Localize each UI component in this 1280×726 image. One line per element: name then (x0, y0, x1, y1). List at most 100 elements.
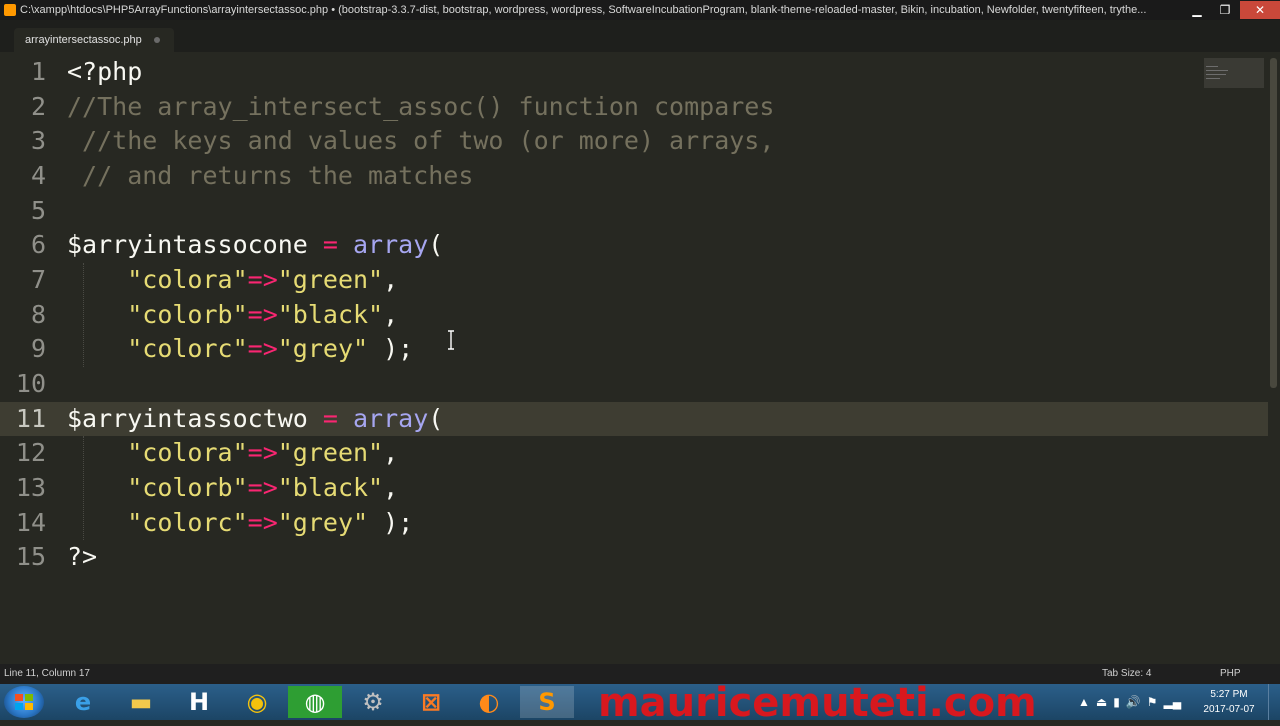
code-token: "colorb" (127, 473, 248, 503)
code-token: , (383, 438, 399, 468)
code-line[interactable]: 8 "colorb"=>"black", (0, 298, 1268, 332)
start-button[interactable] (4, 686, 44, 718)
line-number[interactable]: 14 (0, 506, 46, 540)
code-line[interactable]: 12 "colora"=>"green", (0, 436, 1268, 470)
line-number[interactable]: 2 (0, 90, 46, 124)
code-line[interactable]: 7 "colora"=>"green", (0, 263, 1268, 297)
flag-icon[interactable]: ⚑ (1147, 695, 1158, 709)
code-text[interactable]: <?php (67, 55, 142, 89)
minimap-viewport[interactable] (1204, 58, 1264, 88)
cursor-position: Line 11, Column 17 (4, 668, 90, 679)
code-line[interactable]: 14 "colorc"=>"grey" ); (0, 506, 1268, 540)
line-number[interactable]: 15 (0, 540, 46, 574)
code-text[interactable]: //the keys and values of two (or more) a… (67, 124, 774, 158)
line-number[interactable]: 7 (0, 263, 46, 297)
indent-guide (83, 263, 84, 368)
code-text[interactable]: "colorc"=>"grey" ); (67, 332, 413, 366)
code-token: => (247, 438, 278, 468)
code-token: "grey" (277, 507, 369, 537)
line-number[interactable]: 10 (0, 367, 46, 401)
volume-icon[interactable]: 🔊 (1126, 695, 1141, 709)
code-text[interactable]: "colora"=>"green", (67, 263, 398, 297)
taskbar-xampp-button[interactable]: ⊠ (404, 686, 458, 718)
taskbar-tools-button[interactable]: ⚙ (346, 686, 400, 718)
clock[interactable]: 5:27 PM 2017-07-07 (1196, 687, 1262, 717)
code-token: = (307, 403, 353, 433)
code-line[interactable]: 2 //The array_intersect_assoc() function … (0, 90, 1268, 124)
taskbar-h-app-button[interactable]: H (172, 686, 226, 718)
internet-explorer-icon: e (74, 688, 92, 716)
minimap-line (1206, 70, 1228, 71)
minimap-line (1206, 74, 1226, 75)
unsaved-dot-icon[interactable] (153, 37, 160, 43)
code-token: "green" (277, 265, 384, 295)
taskbar-globe-app-button[interactable]: ◍ (288, 686, 342, 718)
h-app-icon: H (188, 688, 210, 716)
network-icon[interactable]: ▮ (1113, 695, 1120, 709)
watermark-text: mauricemuteti.com (598, 680, 1037, 726)
code-token: ); (368, 334, 414, 364)
taskbar-internet-explorer-button[interactable]: e (56, 686, 110, 718)
maximize-button[interactable]: ❐ (1212, 1, 1238, 19)
code-text[interactable]: "colorb"=>"black", (67, 298, 398, 332)
close-button[interactable]: ✕ (1240, 1, 1280, 19)
signal-icon[interactable]: ▂▄ (1164, 695, 1182, 709)
taskbar-file-explorer-button[interactable]: ▬ (114, 686, 168, 718)
code-text[interactable]: // and returns the matches (67, 159, 473, 193)
line-number[interactable]: 1 (0, 55, 46, 89)
line-number[interactable]: 5 (0, 194, 46, 228)
line-number[interactable]: 6 (0, 228, 46, 262)
code-token: "colorc" (127, 334, 248, 364)
taskbar-sublime-text-button[interactable]: S (520, 686, 574, 718)
minimize-button[interactable]: ▁ (1184, 1, 1210, 19)
code-token: $arryintassoctwo (67, 403, 308, 433)
line-number[interactable]: 12 (0, 436, 46, 470)
code-text[interactable]: //The array_intersect_assoc() function c… (67, 90, 774, 124)
code-text[interactable]: ?> (67, 540, 97, 574)
code-line[interactable]: 5 (0, 194, 1268, 228)
tray-expand-icon[interactable]: ▲ (1078, 695, 1090, 709)
line-number[interactable]: 4 (0, 159, 46, 193)
code-token: //the keys and values of two (or more) a… (67, 126, 775, 156)
code-editor[interactable]: 1 <?php 2 //The array_intersect_assoc() fun… (0, 52, 1268, 664)
taskbar-chrome-button[interactable]: ◉ (230, 686, 284, 718)
line-number[interactable]: 13 (0, 471, 46, 505)
code-text[interactable]: "colorb"=>"black", (67, 471, 398, 505)
code-text[interactable]: "colora"=>"green", (67, 436, 398, 470)
line-number[interactable]: 3 (0, 124, 46, 158)
line-number[interactable]: 9 (0, 332, 46, 366)
clock-date: 2017-07-07 (1203, 704, 1255, 715)
code-line[interactable]: 15 ?> (0, 540, 1268, 574)
code-token: "black" (277, 299, 384, 329)
show-desktop-button[interactable] (1268, 684, 1280, 720)
ibeam-cursor-icon (448, 330, 454, 350)
tab-size-selector[interactable]: Tab Size: 4 (1102, 664, 1151, 684)
sublime-text-icon: S (538, 688, 556, 716)
code-text[interactable]: $arryintassoctwo = array( (67, 402, 443, 436)
tab-arrayintersectassoc[interactable]: arrayintersectassoc.php (14, 28, 174, 52)
code-line[interactable]: 1 <?php (0, 55, 1268, 89)
code-token: => (247, 473, 278, 503)
code-line[interactable]: 10 (0, 367, 1268, 401)
code-token: "colorb" (127, 299, 248, 329)
usb-icon[interactable]: ⏏ (1096, 695, 1107, 709)
syntax-selector[interactable]: PHP (1220, 664, 1241, 684)
scrollbar-thumb[interactable] (1270, 58, 1277, 388)
code-line[interactable]: 9 "colorc"=>"grey" ); (0, 332, 1268, 366)
code-token: = (307, 230, 353, 260)
code-text[interactable]: "colorc"=>"grey" ); (67, 506, 413, 540)
code-token: => (247, 507, 278, 537)
taskbar-firefox-button[interactable]: ◐ (462, 686, 516, 718)
code-line[interactable]: 11 $arryintassoctwo = array( (0, 401, 1268, 436)
code-token: array (352, 230, 429, 260)
code-line[interactable]: 4 // and returns the matches (0, 159, 1268, 193)
line-number[interactable]: 11 (0, 402, 46, 436)
code-line[interactable]: 3 //the keys and values of two (or more)… (0, 124, 1268, 158)
code-line[interactable]: 6 $arryintassocone = array( (0, 228, 1268, 262)
line-number[interactable]: 8 (0, 298, 46, 332)
code-text[interactable]: $arryintassocone = array( (67, 228, 443, 262)
code-line[interactable]: 13 "colorb"=>"black", (0, 471, 1268, 505)
code-token: array (352, 403, 429, 433)
